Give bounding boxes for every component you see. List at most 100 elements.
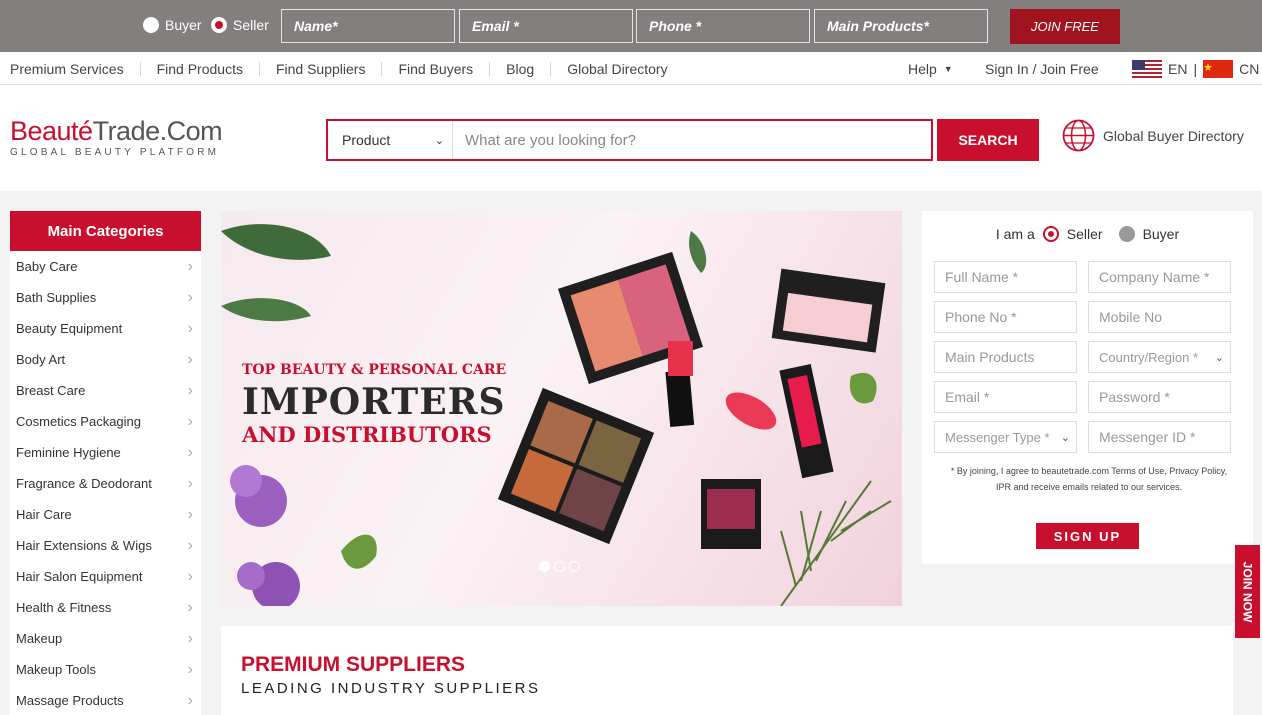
top-phone-input[interactable]: Phone *: [636, 9, 810, 43]
category-item[interactable]: Hair Extensions & Wigs ›: [10, 530, 201, 561]
seller-radio-label: Seller: [233, 17, 269, 33]
seller-radio-option[interactable]: Seller: [211, 17, 269, 33]
language-switcher: EN | CN: [1132, 52, 1259, 85]
chevron-right-icon: ›: [187, 381, 193, 399]
nav-find-buyers[interactable]: Find Buyers: [382, 61, 491, 76]
logo-text-accent: Beauté: [10, 116, 93, 146]
search-button[interactable]: SEARCH: [937, 119, 1039, 161]
category-item[interactable]: Massage Products ›: [10, 685, 201, 715]
carousel-dot[interactable]: [539, 561, 550, 572]
hero-banner[interactable]: TOP BEAUTY & PERSONAL CARE IMPORTERS AND…: [221, 211, 902, 606]
full-name-field[interactable]: Full Name *: [934, 261, 1077, 293]
search-input[interactable]: What are you looking for?: [453, 121, 931, 159]
company-name-field[interactable]: Company Name *: [1088, 261, 1231, 293]
search-box: Product ⌄ What are you looking for?: [326, 119, 933, 161]
banner-subtitle: AND DISTRIBUTORS: [242, 422, 492, 447]
category-label: Health & Fitness: [16, 600, 112, 615]
lang-en[interactable]: EN: [1168, 61, 1187, 77]
top-name-input[interactable]: Name*: [281, 9, 455, 43]
logo-tagline: GLOBAL BEAUTY PLATFORM: [10, 147, 220, 158]
seller-role-radio[interactable]: [1042, 226, 1059, 242]
category-item[interactable]: Beauty Equipment ›: [10, 313, 201, 344]
category-item[interactable]: Cosmetics Packaging ›: [10, 406, 201, 437]
category-label: Massage Products: [16, 693, 124, 708]
carousel-dot[interactable]: [554, 561, 565, 572]
buyer-radio[interactable]: [143, 17, 159, 33]
chevron-right-icon: ›: [187, 567, 193, 585]
top-main-products-input[interactable]: Main Products*: [814, 9, 988, 43]
chevron-right-icon: ›: [187, 474, 193, 492]
phone-field[interactable]: Phone No *: [934, 301, 1077, 333]
country-region-value: Country/Region *: [1099, 349, 1198, 365]
messenger-id-field[interactable]: Messenger ID *: [1088, 421, 1231, 453]
messenger-type-select[interactable]: Messenger Type * ⌄: [934, 421, 1077, 453]
email-field[interactable]: Email *: [934, 381, 1077, 413]
chevron-right-icon: ›: [187, 412, 193, 430]
seller-radio[interactable]: [211, 17, 227, 33]
banner-title: IMPORTERS: [242, 381, 506, 423]
category-item[interactable]: Hair Care ›: [10, 499, 201, 530]
messenger-type-value: Messenger Type *: [945, 429, 1050, 445]
category-label: Bath Supplies: [16, 290, 97, 305]
category-item[interactable]: Makeup ›: [10, 623, 201, 654]
category-label: Hair Salon Equipment: [16, 569, 143, 584]
category-label: Cosmetics Packaging: [16, 414, 141, 429]
country-region-select[interactable]: Country/Region * ⌄: [1088, 341, 1231, 373]
category-label: Hair Extensions & Wigs: [16, 538, 152, 553]
buyer-role-radio[interactable]: [1118, 226, 1135, 242]
buyer-role-label: Buyer: [1142, 226, 1180, 242]
chevron-right-icon: ›: [187, 536, 193, 554]
cn-flag-icon[interactable]: [1203, 59, 1234, 78]
chevron-right-icon: ›: [187, 288, 193, 306]
us-flag-icon[interactable]: [1132, 59, 1162, 78]
category-item[interactable]: Feminine Hygiene ›: [10, 437, 201, 468]
category-item[interactable]: Baby Care ›: [10, 251, 201, 282]
lang-cn[interactable]: CN: [1239, 61, 1259, 77]
category-item[interactable]: Health & Fitness ›: [10, 592, 201, 623]
buyer-radio-option[interactable]: Buyer: [143, 17, 202, 33]
nav-blog[interactable]: Blog: [490, 61, 552, 76]
nav-global-directory[interactable]: Global Directory: [551, 62, 683, 76]
join-free-button[interactable]: JOIN FREE: [1010, 9, 1120, 44]
top-signup-bar: Buyer Seller Name* Email * Phone * Main …: [0, 0, 1262, 52]
chevron-right-icon: ›: [187, 598, 193, 616]
logo-text-main: Trade.Com: [92, 116, 223, 146]
category-label: Makeup: [16, 631, 63, 646]
global-buyer-directory-link[interactable]: Global Buyer Directory: [1062, 119, 1244, 152]
nav-find-products[interactable]: Find Products: [141, 61, 260, 76]
top-email-input[interactable]: Email *: [459, 9, 633, 43]
nav-links: Premium Services Find Products Find Supp…: [0, 52, 684, 85]
category-item[interactable]: Bath Supplies ›: [10, 282, 201, 313]
category-item[interactable]: Body Art ›: [10, 344, 201, 375]
category-item[interactable]: Breast Care ›: [10, 375, 201, 406]
sign-up-button[interactable]: SIGN UP: [1036, 523, 1139, 549]
chevron-down-icon: ⌄: [1060, 431, 1070, 444]
help-menu[interactable]: Help ▼: [908, 52, 953, 85]
nav-find-suppliers[interactable]: Find Suppliers: [260, 61, 383, 76]
password-field[interactable]: Password *: [1088, 381, 1231, 413]
search-category-select[interactable]: Product ⌄: [328, 121, 453, 159]
category-label: Breast Care: [16, 383, 86, 398]
category-sidebar: Main Categories Baby Care › Bath Supplies ›…: [10, 211, 201, 715]
main-products-field[interactable]: Main Products: [934, 341, 1077, 373]
category-item[interactable]: Makeup Tools ›: [10, 654, 201, 685]
chevron-right-icon: ›: [187, 691, 193, 709]
chevron-right-icon: ›: [187, 350, 193, 368]
premium-suppliers-title: PREMIUM SUPPLIERS: [241, 653, 466, 676]
carousel-dot[interactable]: [569, 561, 580, 572]
chevron-right-icon: ›: [187, 257, 193, 275]
iam-label: I am a: [995, 226, 1035, 242]
nav-premium-services[interactable]: Premium Services: [0, 61, 141, 76]
caret-down-icon: ▼: [943, 63, 953, 74]
category-item[interactable]: Fragrance & Deodorant ›: [10, 468, 201, 499]
terms-text: * By joining, I agree to beautetrade.com…: [950, 466, 1228, 492]
signin-link[interactable]: Sign In / Join Free: [985, 52, 1099, 85]
global-buyer-directory-label: Global Buyer Directory: [1103, 127, 1244, 144]
category-label: Makeup Tools: [16, 662, 96, 677]
category-item[interactable]: Hair Salon Equipment ›: [10, 561, 201, 592]
seller-role-label: Seller: [1066, 226, 1103, 242]
join-now-label: JOIN NOW: [1240, 561, 1255, 622]
mobile-field[interactable]: Mobile No: [1088, 301, 1231, 333]
site-logo[interactable]: BeautéTrade.Com GLOBAL BEAUTY PLATFORM: [10, 116, 223, 158]
join-now-tab[interactable]: JOIN NOW: [1235, 545, 1260, 638]
